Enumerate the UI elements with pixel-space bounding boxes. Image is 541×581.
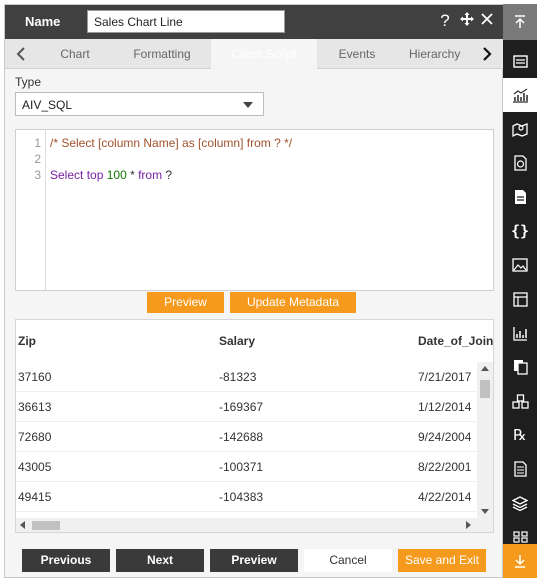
horizontal-scrollbar[interactable] xyxy=(16,518,493,532)
analytics-icon[interactable] xyxy=(503,316,537,350)
preview-button[interactable]: Preview xyxy=(147,292,224,313)
table-row[interactable]: 49415 -104383 4/22/2014 xyxy=(16,482,476,512)
type-select-value: AIV_SQL xyxy=(22,98,73,112)
vertical-scrollbar[interactable] xyxy=(477,362,493,518)
code-number: 100 xyxy=(106,168,127,182)
tab-client-script[interactable]: Client Script xyxy=(211,39,317,69)
widget-icon[interactable] xyxy=(503,282,537,316)
cell-date-of-join: 1/12/2014 xyxy=(418,400,472,414)
properties-panel: Name ? Chart Formatting Client Script Ev… xyxy=(4,4,504,578)
chevron-down-icon xyxy=(243,102,253,108)
footer-preview-button[interactable]: Preview xyxy=(210,549,298,572)
layers-icon[interactable] xyxy=(503,486,537,520)
code-operator: * xyxy=(126,168,139,182)
previous-button[interactable]: Previous xyxy=(22,549,110,572)
cell-date-of-join: 8/22/2001 xyxy=(418,460,472,474)
cancel-button[interactable]: Cancel xyxy=(304,549,392,572)
tab-formatting[interactable]: Formatting xyxy=(117,39,207,69)
tab-bar: Chart Formatting Client Script Events Hi… xyxy=(5,39,504,69)
cell-zip: 72680 xyxy=(18,430,52,444)
cell-salary: -100371 xyxy=(219,460,264,474)
code-keyword: Select xyxy=(50,168,84,182)
scroll-right-arrow-icon[interactable] xyxy=(466,521,471,529)
document-icon[interactable] xyxy=(503,180,537,214)
name-input[interactable] xyxy=(87,10,285,33)
move-icon[interactable] xyxy=(457,11,477,32)
cell-salary: -142688 xyxy=(219,430,264,444)
tab-hierarchy[interactable]: Hierarchy xyxy=(409,39,479,69)
right-sidebar: {} ℞ xyxy=(503,4,537,578)
scroll-left-arrow-icon[interactable] xyxy=(20,521,25,529)
code-line-1: /* Select [column Name] as [column] from… xyxy=(50,136,293,150)
type-select[interactable]: AIV_SQL xyxy=(15,92,264,116)
tab-chart[interactable]: Chart xyxy=(45,39,105,69)
cell-date-of-join: 4/22/2014 xyxy=(418,490,472,504)
code-line-3: Select top 100 * from ? xyxy=(50,168,172,182)
cell-zip: 37160 xyxy=(18,370,52,384)
tab-scroll-right-icon[interactable] xyxy=(475,39,499,69)
line-number: 1 xyxy=(34,136,41,150)
column-header-salary[interactable]: Salary xyxy=(219,334,255,348)
cell-zip: 49415 xyxy=(18,490,52,504)
map-icon[interactable] xyxy=(503,112,537,146)
name-label: Name xyxy=(25,14,61,29)
table-row[interactable]: 43005 -100371 8/22/2001 xyxy=(16,452,476,482)
update-metadata-button[interactable]: Update Metadata xyxy=(230,292,356,313)
cell-zip: 36613 xyxy=(18,400,52,414)
cell-date-of-join: 9/24/2004 xyxy=(418,430,472,444)
code-keyword: from xyxy=(138,168,163,182)
table-row[interactable]: 37160 -81323 7/21/2017 xyxy=(16,362,476,392)
braces-icon[interactable]: {} xyxy=(503,214,537,248)
code-placeholder: ? xyxy=(162,168,173,182)
cell-salary: -104383 xyxy=(219,490,264,504)
script-editor[interactable]: 1 2 3 /* Select [column Name] as [column… xyxy=(15,129,494,291)
vertical-scroll-thumb[interactable] xyxy=(480,380,490,398)
grid-header: Zip Salary Date_of_Join xyxy=(16,320,493,362)
image-icon[interactable] xyxy=(503,248,537,282)
chart-icon[interactable] xyxy=(503,78,537,112)
report-icon[interactable] xyxy=(503,146,537,180)
help-icon[interactable]: ? xyxy=(435,11,455,31)
column-header-date-of-join[interactable]: Date_of_Join xyxy=(418,334,493,348)
panel-header: Name ? xyxy=(5,5,504,39)
collapse-up-icon[interactable] xyxy=(503,4,537,40)
table-row[interactable]: 36613 -169367 1/12/2014 xyxy=(16,392,476,422)
column-header-zip[interactable]: Zip xyxy=(18,334,36,348)
close-icon[interactable] xyxy=(477,11,497,31)
line-number: 2 xyxy=(34,152,41,166)
type-label: Type xyxy=(15,75,42,89)
next-button[interactable]: Next xyxy=(116,549,204,572)
download-icon[interactable] xyxy=(503,544,537,578)
save-and-exit-button[interactable]: Save and Exit xyxy=(398,549,486,572)
cell-salary: -169367 xyxy=(219,400,264,414)
scroll-up-arrow-icon[interactable] xyxy=(481,366,489,371)
line-number: 3 xyxy=(34,168,41,182)
scroll-down-arrow-icon[interactable] xyxy=(481,509,489,514)
template-icon[interactable] xyxy=(503,452,537,486)
grid-body: 37160 -81323 7/21/2017 36613 -169367 1/1… xyxy=(16,362,476,518)
cubes-icon[interactable] xyxy=(503,384,537,418)
tab-events[interactable]: Events xyxy=(323,39,391,69)
copy-icon[interactable] xyxy=(503,350,537,384)
cell-salary: -81323 xyxy=(219,370,257,384)
results-grid: Zip Salary Date_of_Join 37160 -81323 7/2… xyxy=(15,319,494,533)
tab-scroll-left-icon[interactable] xyxy=(9,39,33,69)
editor-gutter: 1 2 3 xyxy=(16,130,46,290)
cell-zip: 43005 xyxy=(18,460,52,474)
list-icon[interactable] xyxy=(503,44,537,78)
rx-icon[interactable]: ℞ xyxy=(503,418,537,452)
horizontal-scroll-thumb[interactable] xyxy=(32,521,60,530)
table-row[interactable]: 72680 -142688 9/24/2004 xyxy=(16,422,476,452)
cell-date-of-join: 7/21/2017 xyxy=(418,370,472,384)
code-identifier: top xyxy=(83,168,107,182)
